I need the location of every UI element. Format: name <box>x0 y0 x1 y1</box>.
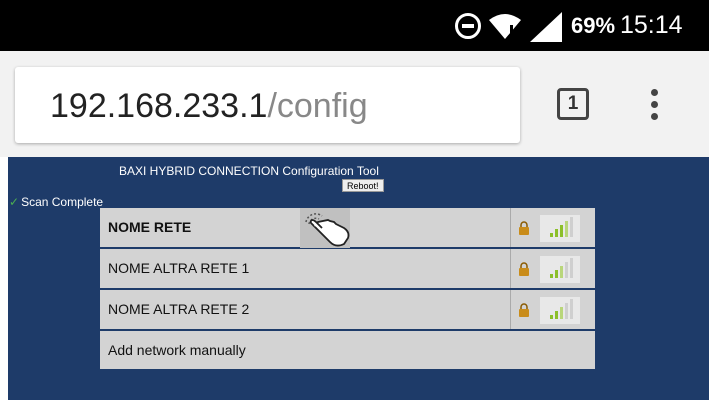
network-row[interactable]: NOME RETE <box>100 208 595 249</box>
page-bottom-edge <box>0 400 709 409</box>
add-network-button[interactable]: Add network manually <box>100 331 595 371</box>
lock-icon <box>519 303 529 317</box>
signal-strength-icon <box>540 256 580 283</box>
status-bar: 69% 15:14 <box>0 0 709 51</box>
tab-switcher-button[interactable]: 1 <box>557 88 589 120</box>
overflow-menu-icon[interactable] <box>648 89 660 123</box>
scan-status-label: Scan Complete <box>21 195 104 209</box>
row-divider <box>510 290 511 329</box>
network-list: NOME RETE NOME ALTRA RETE 1 NOME ALTRA R… <box>100 208 595 371</box>
url-host: 192.168.233.1 <box>50 87 268 125</box>
row-divider <box>510 208 511 247</box>
network-name: NOME RETE <box>108 219 192 235</box>
checkmark-icon: ✓ <box>9 195 20 209</box>
web-page: BAXI HYBRID CONNECTION Configuration Too… <box>0 157 709 409</box>
cell-signal-icon <box>530 12 562 42</box>
network-row[interactable]: NOME ALTRA RETE 1 <box>100 249 595 290</box>
network-row[interactable]: NOME ALTRA RETE 2 <box>100 290 595 331</box>
lock-icon <box>519 221 529 235</box>
clock: 15:14 <box>620 11 683 39</box>
url-path: /config <box>267 87 368 125</box>
lock-icon <box>519 262 529 276</box>
browser-toolbar: 192.168.233.1/config 1 <box>0 51 709 157</box>
wifi-icon <box>489 14 521 39</box>
battery-level: 69% <box>571 13 616 38</box>
tap-hand-icon <box>300 208 350 248</box>
network-name: NOME ALTRA RETE 2 <box>108 301 250 317</box>
signal-strength-icon <box>540 297 580 324</box>
add-network-label: Add network manually <box>108 342 246 358</box>
signal-strength-icon <box>540 215 580 242</box>
network-name: NOME ALTRA RETE 1 <box>108 260 250 276</box>
url-text[interactable]: 192.168.233.1/config <box>50 87 368 126</box>
reboot-button[interactable]: Reboot! <box>342 179 384 192</box>
scan-status: ✓ Scan Complete <box>9 195 103 209</box>
row-divider <box>510 249 511 288</box>
do-not-disturb-icon <box>455 13 481 39</box>
page-title: BAXI HYBRID CONNECTION Configuration Too… <box>119 164 379 178</box>
address-bar[interactable]: 192.168.233.1/config <box>15 67 520 143</box>
